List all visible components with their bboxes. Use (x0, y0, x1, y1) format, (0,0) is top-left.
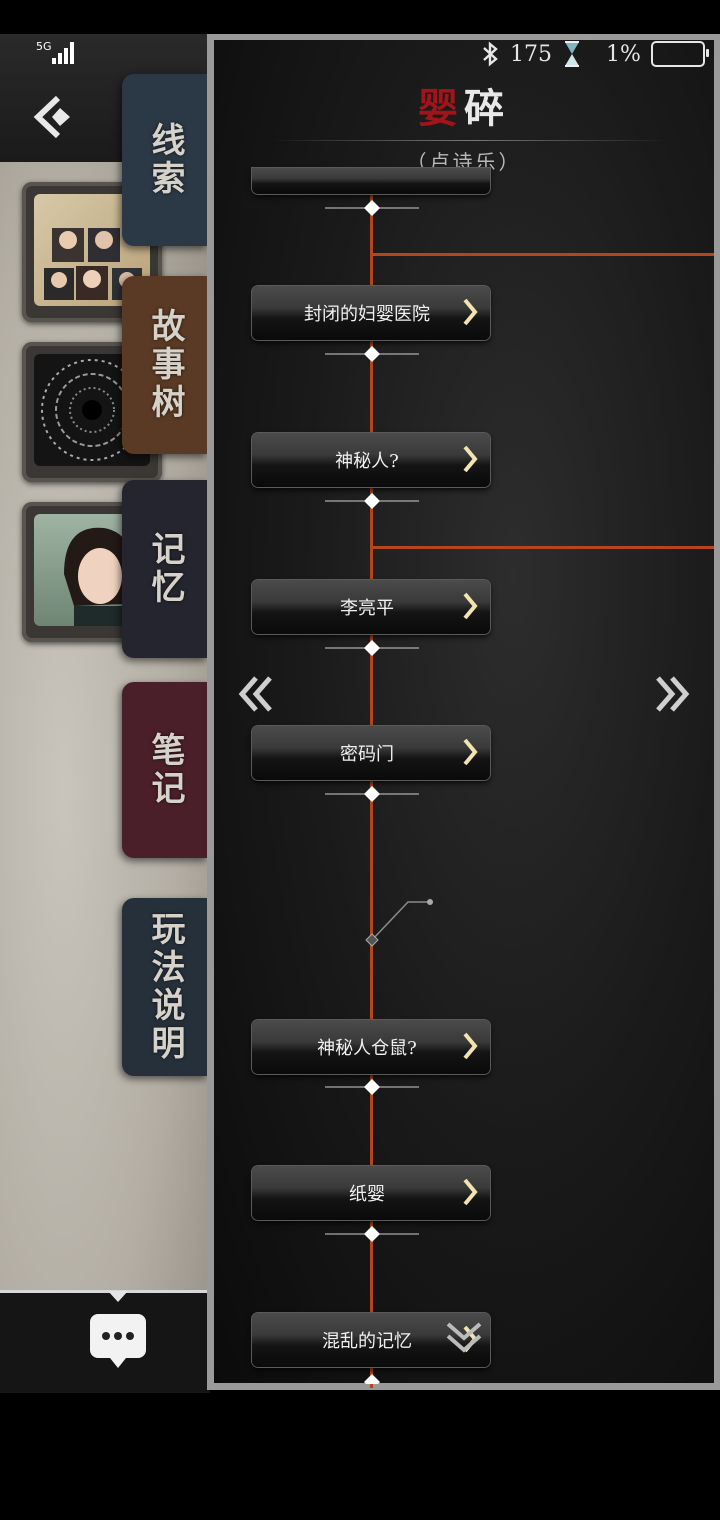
chevron-right-icon (463, 592, 478, 620)
node-connector-icon (325, 640, 419, 656)
story-node-label: 李亮平 (340, 598, 394, 619)
tab-notes-label: 笔记 (145, 732, 185, 808)
scroll-down-icon[interactable] (444, 1320, 484, 1354)
tab-how-to-play[interactable]: 玩法说明 (122, 898, 208, 1076)
story-node-partial[interactable] (252, 168, 490, 194)
hidden-node-marker-icon[interactable] (362, 894, 438, 950)
signal-strength-icon (52, 42, 76, 64)
tab-notes[interactable]: 笔记 (122, 682, 208, 858)
story-node[interactable]: 神秘人仓鼠? (252, 1020, 490, 1074)
story-node[interactable]: 密码门 (252, 726, 490, 780)
tab-memory[interactable]: 记忆 (122, 480, 208, 658)
node-connector-icon (325, 1079, 419, 1095)
chevron-right-icon (463, 738, 478, 766)
story-node-label: 神秘人? (335, 451, 399, 472)
story-node-label: 混乱的记忆 (322, 1331, 412, 1352)
story-node-label: 纸婴 (349, 1184, 385, 1205)
page-title-part1: 婴 (418, 85, 464, 132)
status-indicators: 175 1% (480, 40, 709, 68)
network-type: 5G (36, 40, 52, 53)
status-counter: 175 (510, 41, 552, 67)
bluetooth-icon (483, 41, 498, 67)
story-node[interactable]: 神秘人? (252, 433, 490, 487)
tab-story-tree[interactable]: 故事树 (122, 276, 208, 454)
navigate-left-icon[interactable] (236, 674, 276, 714)
tab-memory-label: 记忆 (145, 531, 185, 607)
page-title: 婴碎 (214, 76, 714, 134)
tab-story-tree-label: 故事树 (145, 308, 185, 422)
tab-how-to-play-label: 玩法说明 (145, 911, 185, 1063)
title-divider (270, 140, 670, 141)
chevron-right-icon (463, 445, 478, 473)
hourglass-icon (565, 41, 579, 67)
tree-branch-line (372, 546, 714, 549)
chevron-right-icon (463, 1032, 478, 1060)
node-connector-icon (325, 786, 419, 802)
node-connector-icon (325, 200, 419, 216)
status-bar (0, 0, 720, 34)
node-connector-icon (325, 1226, 419, 1242)
back-button[interactable] (30, 92, 80, 142)
page-title-part2: 碎 (464, 85, 510, 132)
node-connector-icon (364, 1374, 380, 1384)
battery-icon (650, 41, 709, 67)
back-arrow-icon (33, 95, 70, 139)
chat-bubble-icon (90, 1314, 146, 1368)
tab-clues-label: 线索 (145, 122, 185, 198)
story-node-label: 封闭的妇婴医院 (304, 304, 430, 325)
node-connector-icon (325, 493, 419, 509)
story-node-label: 密码门 (340, 744, 394, 765)
story-node-label: 神秘人仓鼠? (317, 1038, 417, 1059)
pointer-triangle-icon (108, 1291, 128, 1302)
story-node[interactable]: 李亮平 (252, 580, 490, 634)
battery-percent: 1% (606, 41, 641, 67)
node-connector-icon (325, 346, 419, 362)
chevron-right-icon (463, 298, 478, 326)
tab-clues[interactable]: 线索 (122, 74, 208, 246)
navigate-right-icon[interactable] (652, 674, 692, 714)
chat-button[interactable] (86, 1310, 150, 1368)
chevron-right-icon (463, 1178, 478, 1206)
story-node[interactable]: 封闭的妇婴医院 (252, 286, 490, 340)
tree-branch-line (372, 253, 714, 256)
story-node[interactable]: 纸婴 (252, 1166, 490, 1220)
